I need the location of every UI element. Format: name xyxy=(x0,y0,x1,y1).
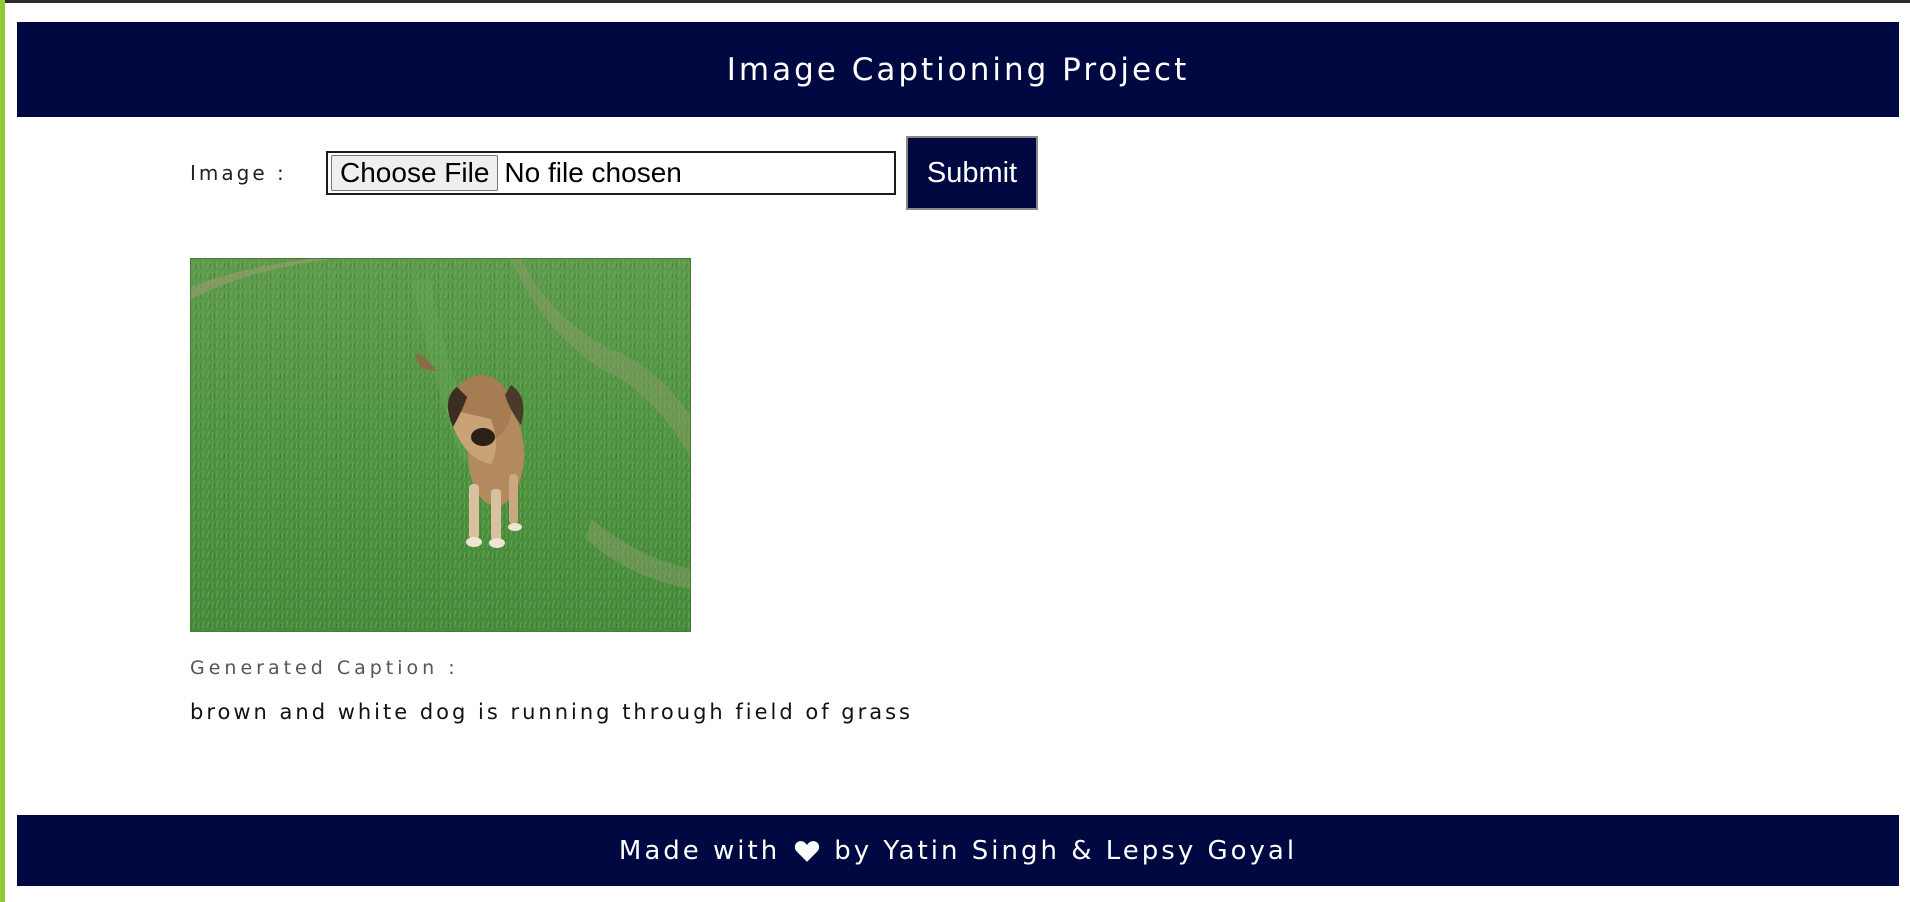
page-header: Image Captioning Project xyxy=(17,22,1899,117)
footer-credits: by Yatin Singh & Lepsy Goyal xyxy=(834,835,1298,866)
submit-button[interactable]: Submit xyxy=(906,136,1038,210)
file-status-text: No file chosen xyxy=(504,157,682,188)
file-input[interactable]: Choose File No file chosen xyxy=(326,151,896,195)
heart-icon xyxy=(795,840,820,862)
page-title: Image Captioning Project xyxy=(726,51,1190,88)
page-footer: Made with by Yatin Singh & Lepsy Goyal xyxy=(17,815,1899,886)
top-border xyxy=(0,0,1910,3)
dog-on-grass-image xyxy=(191,259,690,631)
left-border xyxy=(0,0,5,902)
image-label: Image : xyxy=(190,161,287,185)
uploaded-image-preview xyxy=(190,258,691,632)
generated-caption-label: Generated Caption : xyxy=(190,657,459,679)
footer-prefix: Made with xyxy=(618,835,781,866)
choose-file-button[interactable]: Choose File xyxy=(331,155,499,191)
upload-form: Image : Choose File No file chosen Submi… xyxy=(190,136,1038,210)
generated-caption-text: brown and white dog is running through f… xyxy=(190,700,913,724)
